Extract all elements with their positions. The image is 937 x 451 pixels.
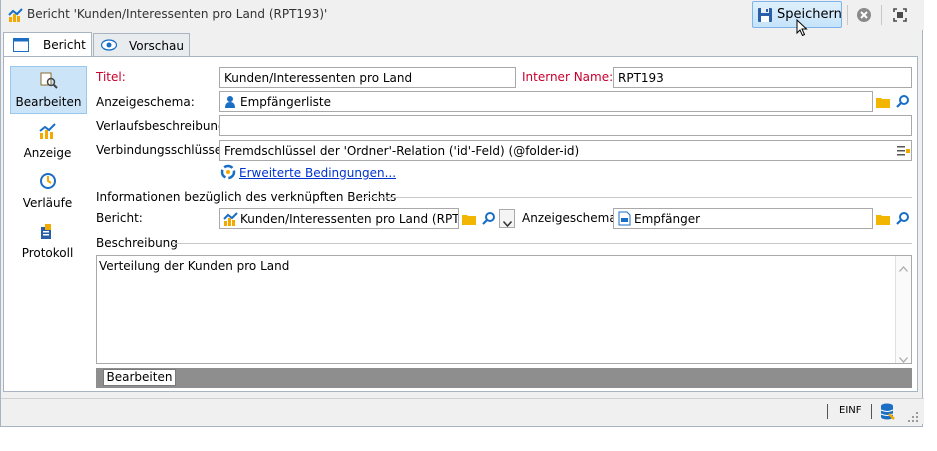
tab-vorschau-label: Vorschau <box>129 39 184 53</box>
close-icon[interactable] <box>856 7 872 23</box>
report-value: Kunden/Interessenten pro Land (RPT17) <box>240 212 459 226</box>
advanced-conditions-link[interactable]: Erweiterte Bedingungen... <box>239 166 396 180</box>
tab-bericht[interactable]: Bericht <box>3 32 92 57</box>
description-section-title: Beschreibung <box>96 236 178 250</box>
nav-item-verlaeufe[interactable]: Verläufe <box>10 168 87 216</box>
titlebar-separator <box>847 5 848 25</box>
nav-item-bearbeiten[interactable]: Bearbeiten <box>10 66 87 114</box>
left-navigation: Bearbeiten Anzeige Verläufe Protokoll <box>10 66 87 390</box>
edit-report-icon <box>40 71 58 89</box>
search-icon[interactable] <box>895 211 911 227</box>
schema-icon <box>618 211 631 226</box>
section-divider <box>172 243 912 244</box>
person-icon <box>224 95 236 109</box>
internal-name-label: Interner Name: <box>522 70 614 84</box>
linked-schema-label: Anzeigeschema: <box>522 211 621 225</box>
chevron-down-icon <box>502 216 513 228</box>
tab-bericht-label: Bericht <box>43 38 86 52</box>
history-label: Verlaufsbeschreibung: <box>96 119 230 133</box>
database-icon <box>879 403 895 421</box>
nav-item-label: Verläufe <box>22 196 73 210</box>
description-scrollbar[interactable] <box>895 256 911 363</box>
status-separator <box>871 404 872 419</box>
linked-section-title: Informationen bezüglich des verknüpften … <box>96 190 397 204</box>
log-icon <box>39 222 57 240</box>
search-icon[interactable] <box>481 211 497 227</box>
schema-value: Empfängerliste <box>240 95 332 109</box>
schema-field[interactable]: Empfängerliste <box>219 91 873 112</box>
conditions-icon <box>220 164 236 180</box>
history-field[interactable] <box>219 115 912 136</box>
form-icon <box>13 38 29 52</box>
link-key-field[interactable]: Fremdschlüssel der 'Ordner'-Relation ('i… <box>219 140 912 161</box>
section-divider <box>364 197 912 198</box>
title-bar: Bericht 'Kunden/Interessenten pro Land (… <box>1 0 924 37</box>
titel-label: Titel: <box>96 70 126 84</box>
chart-icon <box>223 211 239 227</box>
floppy-disk-icon <box>757 7 773 23</box>
description-textarea[interactable]: Verteilung der Kunden pro Land <box>96 255 912 364</box>
save-button[interactable]: Speichern <box>752 1 842 37</box>
folder-icon[interactable] <box>875 94 891 110</box>
report-label: Bericht: <box>96 211 143 225</box>
insert-mode-indicator: EINF <box>839 405 862 416</box>
mouse-cursor-icon <box>796 18 808 37</box>
history-icon <box>39 172 57 190</box>
status-separator <box>827 404 828 419</box>
nav-item-label: Anzeige <box>23 146 72 160</box>
linked-schema-field[interactable]: Empfänger <box>613 208 873 229</box>
bottom-tab-bearbeiten[interactable]: Bearbeiten <box>103 369 176 386</box>
report-app-icon <box>8 7 24 23</box>
description-text: Verteilung der Kunden pro Land <box>99 259 290 273</box>
chart-icon <box>39 122 57 140</box>
nav-item-label: Bearbeiten <box>15 95 82 109</box>
report-window: Bericht 'Kunden/Interessenten pro Land (… <box>0 0 924 427</box>
maximize-icon[interactable] <box>892 7 908 23</box>
dropdown-button[interactable] <box>499 209 515 228</box>
nav-item-label: Protokoll <box>21 246 74 260</box>
folder-icon[interactable] <box>461 211 477 227</box>
nav-item-anzeige[interactable]: Anzeige <box>10 118 87 166</box>
titlebar-separator <box>881 5 882 25</box>
report-field[interactable]: Kunden/Interessenten pro Land (RPT17) <box>219 208 459 229</box>
window-title: Bericht 'Kunden/Interessenten pro Land (… <box>27 7 328 21</box>
folder-icon[interactable] <box>875 211 891 227</box>
titel-field[interactable]: Kunden/Interessenten pro Land <box>219 67 516 88</box>
editor-mode-bar: Bearbeiten <box>96 368 912 388</box>
chevron-down-icon <box>899 352 908 363</box>
resize-grip-icon[interactable] <box>907 411 919 423</box>
schema-label: Anzeigeschema: <box>96 95 195 109</box>
tab-vorschau[interactable]: Vorschau <box>93 33 190 57</box>
search-icon[interactable] <box>895 94 911 110</box>
link-key-label: Verbindungsschlüssel: <box>96 143 230 157</box>
eye-icon <box>100 39 118 51</box>
status-bar: EINF <box>1 398 924 424</box>
nav-item-protokoll[interactable]: Protokoll <box>10 218 87 266</box>
chevron-up-icon <box>899 261 908 272</box>
linked-schema-value: Empfänger <box>634 212 701 226</box>
internal-name-field[interactable]: RPT193 <box>613 67 912 88</box>
save-button-label: Speichern <box>777 7 842 22</box>
list-edit-icon[interactable] <box>895 143 911 159</box>
